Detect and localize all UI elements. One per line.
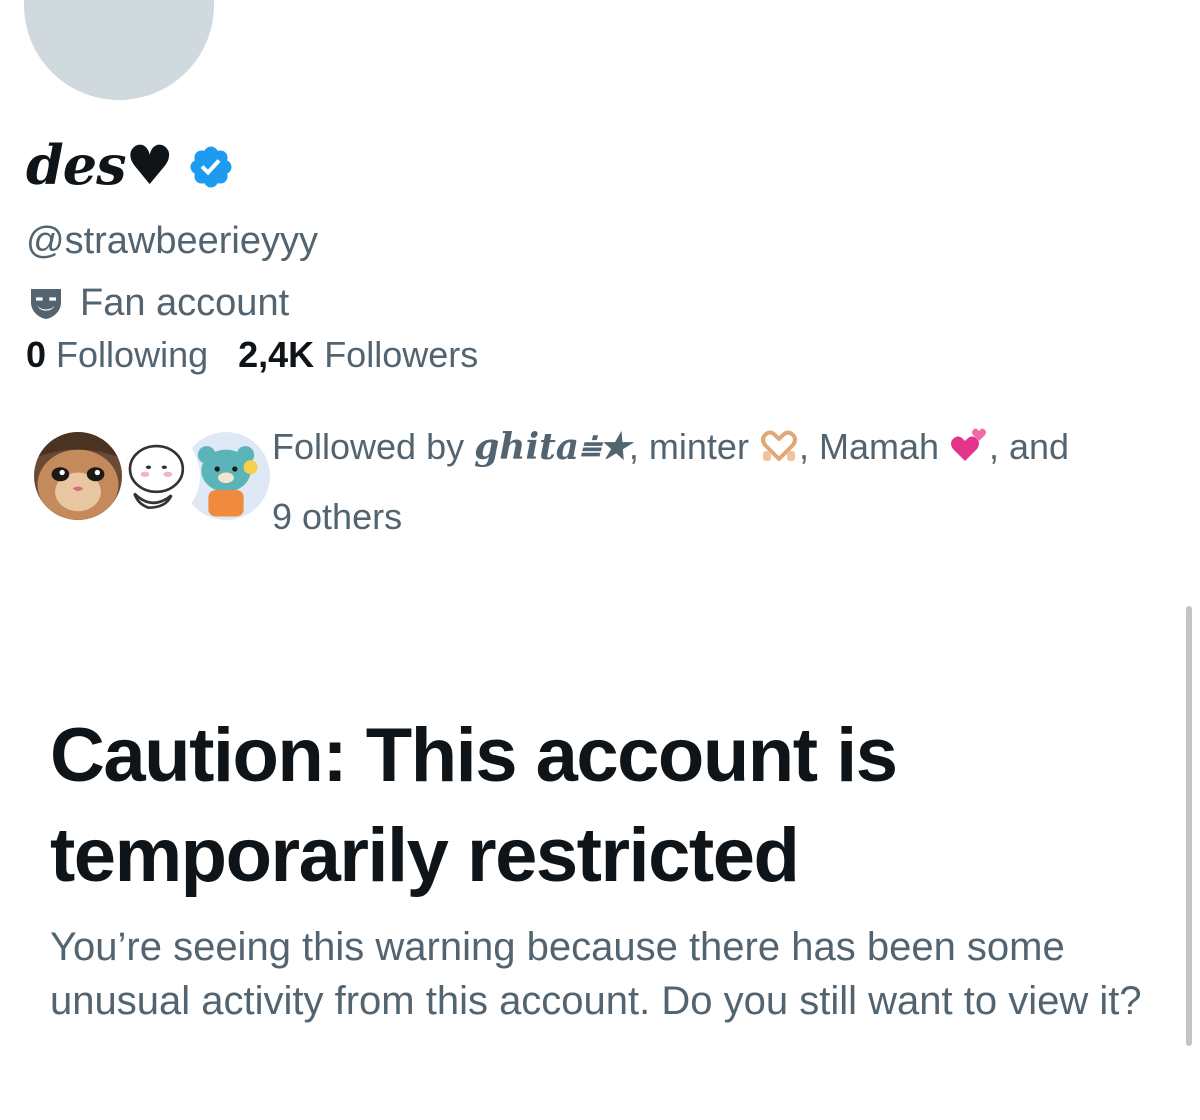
followed-by-name-ghita: ghita⩧★ <box>474 426 629 468</box>
scrollbar[interactable] <box>1186 606 1192 1046</box>
followed-by-sep2: , Mamah <box>798 426 949 467</box>
display-name: des♥ <box>26 133 174 197</box>
followed-by-prefix: Followed by <box>272 426 475 467</box>
verified-badge-icon[interactable] <box>187 143 235 191</box>
theater-mask-icon <box>31 288 61 319</box>
following-label: Following <box>56 334 209 375</box>
profile-handle: @strawbeerieyyy <box>26 220 318 262</box>
two-hearts-emoji <box>951 428 986 461</box>
profile-page: des♥ @strawbeerieyyy Fan account 0 Follo… <box>0 0 1200 1120</box>
follower-avatar-cat[interactable] <box>30 428 126 524</box>
category-label: Fan account <box>80 282 290 324</box>
profile-category: Fan account <box>26 282 289 325</box>
profile-name-row: des♥ <box>26 138 235 192</box>
follow-stats: 0 Following 2,4K Followers <box>26 334 478 376</box>
followers-label: Followers <box>324 334 479 375</box>
followed-by-text[interactable]: Followed by ghita⩧★, minter , Mamah , an… <box>272 412 1172 552</box>
profile-avatar[interactable] <box>24 0 214 100</box>
following-stat[interactable]: 0 Following <box>26 334 208 376</box>
followed-by-suffix: , and <box>989 426 1070 467</box>
followed-by-sep1: , minter <box>628 426 759 467</box>
caution-title: Caution: This account is temporarily res… <box>50 713 898 898</box>
followers-count: 2,4K <box>238 334 315 375</box>
following-count: 0 <box>26 334 47 375</box>
heart-hands-emoji <box>760 430 797 461</box>
cat-avatar-image <box>34 432 122 520</box>
followed-by-others: 9 others <box>272 496 403 537</box>
followed-by-avatars[interactable] <box>30 428 274 528</box>
caution-body: You’re seeing this warning because there… <box>50 925 1142 1023</box>
followers-stat[interactable]: 2,4K Followers <box>238 334 478 376</box>
